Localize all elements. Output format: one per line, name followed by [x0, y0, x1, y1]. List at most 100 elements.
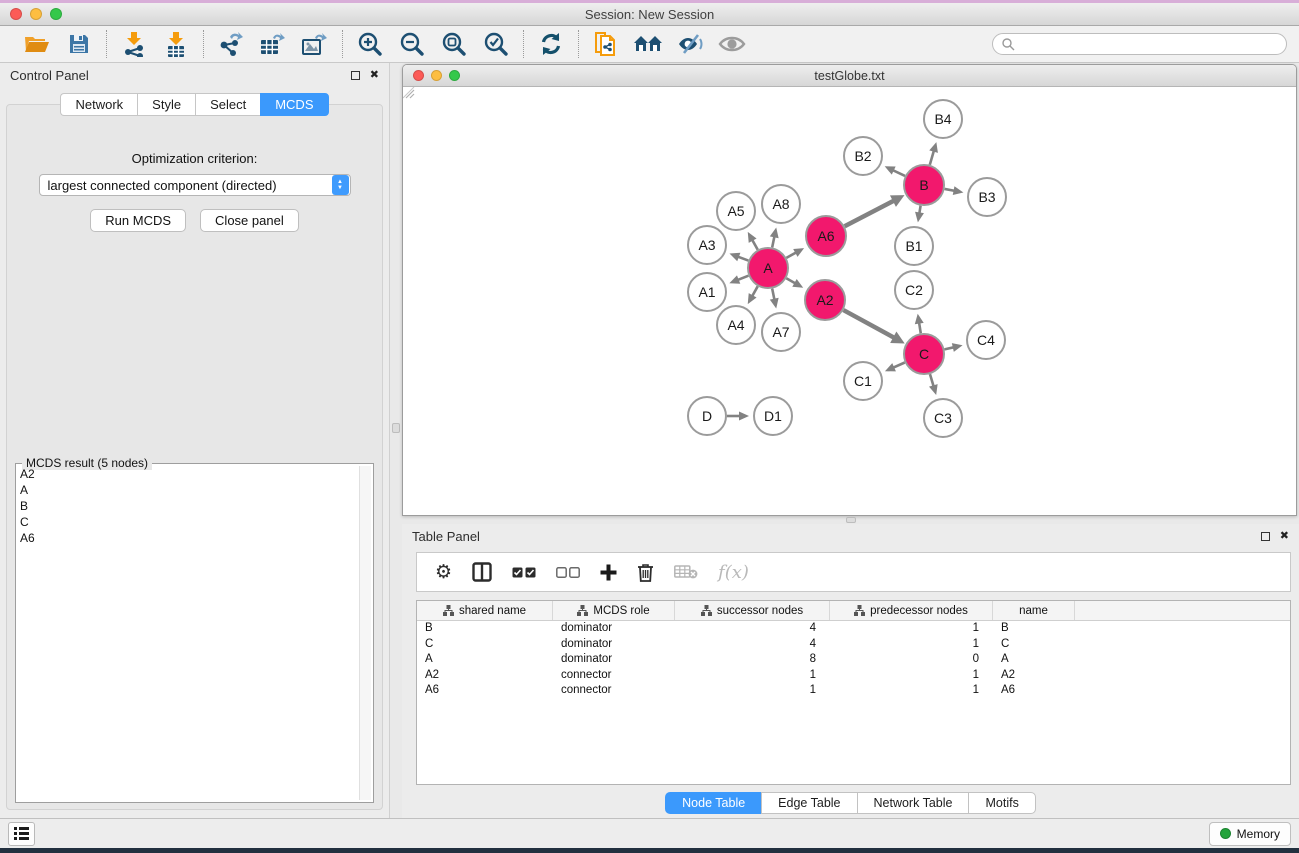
splitter-handle[interactable] — [846, 517, 856, 523]
resize-grip-icon[interactable] — [403, 87, 415, 99]
result-list-item[interactable]: A6 — [18, 530, 359, 546]
home-icon[interactable] — [633, 30, 663, 58]
graph-edge[interactable] — [930, 150, 934, 165]
graph-node-C2[interactable]: C2 — [895, 271, 933, 309]
table-row[interactable]: Adominator80A — [417, 652, 1290, 668]
search-field[interactable] — [992, 33, 1287, 55]
graph-node-B[interactable]: B — [904, 165, 944, 205]
tab-motifs[interactable]: Motifs — [968, 792, 1035, 814]
graph-node-A5[interactable]: A5 — [717, 192, 755, 230]
graph-node-B1[interactable]: B1 — [895, 227, 933, 265]
tab-node-table[interactable]: Node Table — [665, 792, 761, 814]
table-row[interactable]: A6connector11A6 — [417, 683, 1290, 699]
copy-style-icon[interactable] — [591, 30, 621, 58]
graph-node-D1[interactable]: D1 — [754, 397, 792, 435]
save-session-icon[interactable] — [64, 30, 94, 58]
run-mcds-button[interactable]: Run MCDS — [90, 209, 186, 232]
result-list-item[interactable]: C — [18, 514, 359, 530]
graph-edge[interactable] — [892, 170, 905, 176]
minimize-view-button[interactable] — [431, 70, 442, 81]
zoom-in-icon[interactable] — [355, 30, 385, 58]
criterion-select[interactable]: largest connected component (directed) ▲… — [39, 174, 351, 196]
function-builder-icon[interactable]: f(x) — [718, 562, 749, 583]
result-list-item[interactable]: B — [18, 498, 359, 514]
import-table-icon[interactable] — [161, 30, 191, 58]
result-list-item[interactable]: A2 — [18, 466, 359, 482]
column-header-MCDS-role[interactable]: MCDS role — [553, 601, 675, 620]
add-column-icon[interactable] — [600, 564, 617, 581]
column-header-predecessor-nodes[interactable]: predecessor nodes — [830, 601, 993, 620]
float-panel-icon[interactable] — [351, 71, 360, 80]
zoom-out-icon[interactable] — [397, 30, 427, 58]
tab-select[interactable]: Select — [195, 93, 260, 116]
tab-network-table[interactable]: Network Table — [857, 792, 969, 814]
graph-node-A8[interactable]: A8 — [762, 185, 800, 223]
zoom-window-button[interactable] — [50, 8, 62, 20]
graph-node-C4[interactable]: C4 — [967, 321, 1005, 359]
clear-all-checks-icon[interactable] — [556, 567, 580, 578]
graph-node-A7[interactable]: A7 — [762, 313, 800, 351]
tab-edge-table[interactable]: Edge Table — [761, 792, 856, 814]
result-list-item[interactable]: A — [18, 482, 359, 498]
graph-edge[interactable] — [930, 374, 934, 387]
network-canvas[interactable]: A A1 A2 A3 A4 A5 A6 A7 A8 B B1 B2 B3 B4 C C1 C2 C3 C4 D D1 — [403, 87, 1296, 515]
graph-edge[interactable] — [892, 362, 905, 368]
table-row[interactable]: A2connector11A2 — [417, 668, 1290, 684]
vertical-splitter[interactable] — [390, 63, 402, 818]
graph-node-B3[interactable]: B3 — [968, 178, 1006, 216]
graph-node-A1[interactable]: A1 — [688, 273, 726, 311]
open-session-icon[interactable] — [22, 30, 52, 58]
memory-button[interactable]: Memory — [1209, 822, 1291, 846]
close-panel-icon[interactable]: ✖ — [1280, 531, 1289, 542]
splitter-handle[interactable] — [392, 423, 400, 433]
table-row[interactable]: Bdominator41B — [417, 621, 1290, 637]
graph-edge[interactable] — [845, 200, 895, 226]
refresh-icon[interactable] — [536, 30, 566, 58]
minimize-window-button[interactable] — [30, 8, 42, 20]
close-view-button[interactable] — [413, 70, 424, 81]
zoom-fit-icon[interactable] — [439, 30, 469, 58]
graph-node-C1[interactable]: C1 — [844, 362, 882, 400]
zoom-selected-icon[interactable] — [481, 30, 511, 58]
select-all-checks-icon[interactable] — [512, 567, 536, 578]
close-panel-icon[interactable]: ✖ — [370, 70, 379, 81]
tab-style[interactable]: Style — [137, 93, 195, 116]
export-image-icon[interactable] — [300, 30, 330, 58]
horizontal-splitter[interactable] — [402, 516, 1299, 524]
task-history-button[interactable] — [8, 822, 35, 846]
mcds-result-list[interactable]: A2ABCA6 — [18, 466, 359, 800]
delete-column-icon[interactable] — [637, 563, 654, 582]
column-header-successor-nodes[interactable]: successor nodes — [675, 601, 830, 620]
graph-node-D[interactable]: D — [688, 397, 726, 435]
export-table-icon[interactable] — [258, 30, 288, 58]
delete-table-icon[interactable] — [674, 565, 698, 579]
svg-text:C1: C1 — [854, 373, 872, 389]
column-header-shared-name[interactable]: shared name — [417, 601, 553, 620]
graph-node-B2[interactable]: B2 — [844, 137, 882, 175]
close-panel-button[interactable]: Close panel — [200, 209, 299, 232]
graph-node-A2[interactable]: A2 — [805, 280, 845, 320]
table-settings-icon[interactable]: ⚙ — [435, 561, 452, 583]
close-window-button[interactable] — [10, 8, 22, 20]
graph-node-A6[interactable]: A6 — [806, 216, 846, 256]
import-network-icon[interactable] — [119, 30, 149, 58]
zoom-view-button[interactable] — [449, 70, 460, 81]
tab-mcds[interactable]: MCDS — [260, 93, 328, 116]
table-row[interactable]: Cdominator41C — [417, 637, 1290, 653]
graph-edge[interactable] — [843, 310, 895, 338]
graph-node-A4[interactable]: A4 — [717, 306, 755, 344]
column-header-name[interactable]: name — [993, 601, 1075, 620]
graph-node-A[interactable]: A — [748, 248, 788, 288]
search-input[interactable] — [1015, 37, 1278, 51]
result-scrollbar[interactable] — [359, 466, 371, 800]
graph-node-C[interactable]: C — [904, 334, 944, 374]
graph-node-B4[interactable]: B4 — [924, 100, 962, 138]
graph-node-A3[interactable]: A3 — [688, 226, 726, 264]
float-panel-icon[interactable] — [1261, 532, 1270, 541]
graph-node-C3[interactable]: C3 — [924, 399, 962, 437]
show-details-icon[interactable] — [717, 30, 747, 58]
tab-network[interactable]: Network — [60, 93, 137, 116]
export-network-icon[interactable] — [216, 30, 246, 58]
show-columns-icon[interactable] — [472, 562, 492, 582]
hide-details-icon[interactable] — [675, 30, 705, 58]
